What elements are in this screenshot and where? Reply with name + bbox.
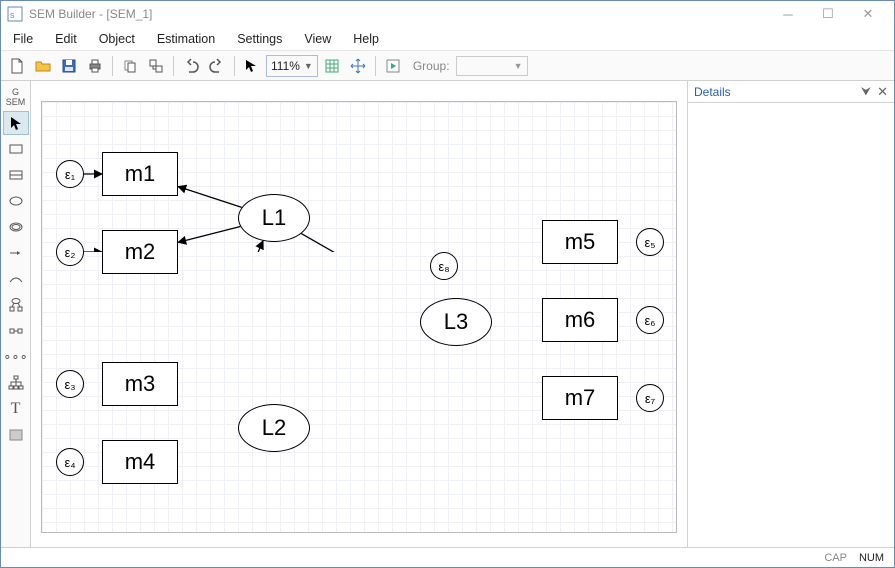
diagram-canvas[interactable]: m1 m2 m3 m4 m5 m6 m7 L1 L2 L3 ε₁ ε₂ ε₃ ε₄ ε₅ ε₆ ε₇ ε₈ bbox=[41, 101, 677, 533]
error-e1[interactable]: ε₁ bbox=[56, 160, 84, 188]
path-tool-icon[interactable] bbox=[3, 241, 29, 265]
open-icon[interactable] bbox=[31, 54, 55, 78]
close-icon[interactable]: ✕ bbox=[877, 84, 888, 100]
select-tool-icon[interactable] bbox=[3, 111, 29, 135]
titlebar: s SEM Builder - [SEM_1] ─ ☐ ✕ bbox=[1, 1, 894, 27]
zoom-select[interactable]: 111% ▼ bbox=[266, 55, 318, 77]
latent-L3[interactable]: L3 bbox=[420, 298, 492, 346]
status-cap: CAP bbox=[824, 552, 847, 564]
observed-m7[interactable]: m7 bbox=[542, 376, 618, 420]
menu-edit[interactable]: Edit bbox=[51, 30, 81, 48]
details-header: Details ⮟ ✕ bbox=[688, 81, 894, 103]
zoom-fit-icon[interactable] bbox=[320, 54, 344, 78]
toolbar: 111% ▼ Group: ▼ bbox=[1, 51, 894, 81]
copy-icon[interactable] bbox=[118, 54, 142, 78]
vertical-toolbar: GSEM ∘∘∘ T bbox=[1, 81, 31, 547]
svg-text:s: s bbox=[10, 10, 15, 20]
observed-m5[interactable]: m5 bbox=[542, 220, 618, 264]
group-dropdown[interactable]: ▼ bbox=[456, 56, 528, 76]
window-title: SEM Builder - [SEM_1] bbox=[29, 7, 152, 21]
covariance-tool-icon[interactable] bbox=[3, 267, 29, 291]
group-label: Group: bbox=[413, 59, 450, 73]
canvas-area: m1 m2 m3 m4 m5 m6 m7 L1 L2 L3 ε₁ ε₂ ε₃ ε₄ ε₅ ε₆ ε₇ ε₈ bbox=[31, 81, 687, 547]
tree-tool-icon[interactable] bbox=[3, 371, 29, 395]
error-e4[interactable]: ε₄ bbox=[56, 448, 84, 476]
error-e2[interactable]: ε₂ bbox=[56, 238, 84, 266]
menu-estimation[interactable]: Estimation bbox=[153, 30, 219, 48]
status-num: NUM bbox=[859, 552, 884, 564]
menu-view[interactable]: View bbox=[300, 30, 335, 48]
duplicate-icon[interactable] bbox=[144, 54, 168, 78]
close-button[interactable]: ✕ bbox=[848, 3, 888, 25]
multilevel-tool-icon[interactable]: ∘∘∘ bbox=[3, 345, 29, 369]
error-e6[interactable]: ε₆ bbox=[636, 306, 664, 334]
undo-icon[interactable] bbox=[179, 54, 203, 78]
latent-L2[interactable]: L2 bbox=[238, 404, 310, 452]
error-e5[interactable]: ε₅ bbox=[636, 228, 664, 256]
ellipse-tool-icon[interactable] bbox=[3, 189, 29, 213]
minimize-button[interactable]: ─ bbox=[768, 3, 808, 25]
zoom-move-icon[interactable] bbox=[346, 54, 370, 78]
redo-icon[interactable] bbox=[205, 54, 229, 78]
latent-L1[interactable]: L1 bbox=[238, 194, 310, 242]
menu-settings[interactable]: Settings bbox=[233, 30, 286, 48]
menu-help[interactable]: Help bbox=[349, 30, 383, 48]
chevron-down-icon: ▼ bbox=[514, 61, 523, 71]
pin-icon[interactable]: ⮟ bbox=[861, 84, 871, 99]
error-e3[interactable]: ε₃ bbox=[56, 370, 84, 398]
observed-m4[interactable]: m4 bbox=[102, 440, 178, 484]
run-icon[interactable] bbox=[381, 54, 405, 78]
observed-m1[interactable]: m1 bbox=[102, 152, 178, 196]
text-tool-icon[interactable]: T bbox=[3, 397, 29, 421]
zoom-value: 111% bbox=[271, 59, 300, 73]
pointer-zoom-icon[interactable] bbox=[240, 54, 264, 78]
observed-m6[interactable]: m6 bbox=[542, 298, 618, 342]
group-selector: Group: ▼ bbox=[413, 55, 528, 77]
app-icon: s bbox=[7, 6, 23, 22]
save-icon[interactable] bbox=[57, 54, 81, 78]
statusbar: CAP NUM bbox=[1, 547, 894, 567]
menubar: File Edit Object Estimation Settings Vie… bbox=[1, 27, 894, 51]
details-panel: Details ⮟ ✕ bbox=[687, 81, 894, 547]
rect-tool-icon[interactable] bbox=[3, 137, 29, 161]
new-icon[interactable] bbox=[5, 54, 29, 78]
details-title: Details bbox=[694, 85, 731, 99]
body: GSEM ∘∘∘ T bbox=[1, 81, 894, 547]
measurement-tool-icon[interactable] bbox=[3, 293, 29, 317]
observed-m3[interactable]: m3 bbox=[102, 362, 178, 406]
chevron-down-icon: ▼ bbox=[304, 61, 313, 71]
window: s SEM Builder - [SEM_1] ─ ☐ ✕ File Edit … bbox=[0, 0, 895, 568]
maximize-button[interactable]: ☐ bbox=[808, 3, 848, 25]
area-tool-icon[interactable] bbox=[3, 423, 29, 447]
gsem-mode-icon[interactable]: GSEM bbox=[3, 85, 29, 109]
regression-tool-icon[interactable] bbox=[3, 319, 29, 343]
error-e7[interactable]: ε₇ bbox=[636, 384, 664, 412]
print-icon[interactable] bbox=[83, 54, 107, 78]
observed-m2[interactable]: m2 bbox=[102, 230, 178, 274]
menu-object[interactable]: Object bbox=[95, 30, 139, 48]
rect-double-tool-icon[interactable] bbox=[3, 163, 29, 187]
error-e8[interactable]: ε₈ bbox=[430, 252, 458, 280]
double-ellipse-tool-icon[interactable] bbox=[3, 215, 29, 239]
menu-file[interactable]: File bbox=[9, 30, 37, 48]
